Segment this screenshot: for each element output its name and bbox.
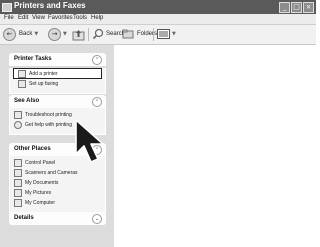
title-bar[interactable]: Printers and Faxes _ □ × [0, 0, 316, 14]
set-up-faxing-label: Set up faxing [29, 81, 59, 87]
menu-view[interactable]: View [32, 15, 45, 21]
printer-tasks-header[interactable]: Printer Tasks ⌃ [9, 53, 106, 66]
details-header[interactable]: Details ⌄ [9, 212, 106, 225]
add-printer-icon [18, 69, 26, 78]
my-computer-link[interactable]: My Computer [10, 198, 105, 208]
my-pictures-link[interactable]: My Pictures [10, 188, 105, 198]
close-button[interactable]: × [303, 2, 314, 13]
set-up-faxing-link[interactable]: Set up faxing [10, 79, 105, 89]
my-computer-label: My Computer [25, 200, 56, 206]
views-button[interactable]: ▼ [157, 27, 176, 41]
task-pane: Printer Tasks ⌃ Add a printer Set up fax… [0, 45, 114, 247]
chevron-up-icon[interactable]: ⌃ [92, 55, 102, 65]
printer-tasks-panel: Printer Tasks ⌃ Add a printer Set up fax… [9, 53, 106, 94]
minimize-button[interactable]: _ [279, 2, 290, 13]
toolbar-separator [88, 28, 89, 41]
troubleshoot-printing-label: Troubleshoot printing [25, 112, 72, 118]
views-icon [157, 29, 170, 39]
folders-label: Folders [137, 31, 158, 37]
folders-button[interactable]: Folders [122, 27, 157, 41]
scanners-cameras-label: Scanners and Cameras [25, 170, 78, 176]
scanner-icon [14, 169, 22, 177]
back-button[interactable]: ← Back ▼ [3, 27, 38, 41]
maximize-button[interactable]: □ [291, 2, 302, 13]
my-pictures-label: My Pictures [25, 190, 52, 196]
documents-folder-icon [14, 179, 22, 187]
forward-button[interactable]: → ▼ [48, 27, 67, 41]
printer-tasks-body: Add a printer Set up faxing [9, 68, 106, 94]
chevron-down-icon: ▼ [34, 31, 39, 37]
toolbar: ← Back ▼ → ▼ Search Folders ▼ [0, 25, 316, 45]
mouse-pointer-icon [75, 119, 104, 163]
chevron-down-icon[interactable]: ⌄ [92, 214, 102, 224]
back-arrow-icon: ← [3, 27, 16, 41]
menu-tools[interactable]: Tools [73, 15, 87, 21]
see-also-title: See Also [14, 98, 40, 104]
fax-icon [18, 80, 26, 88]
chevron-up-icon[interactable]: ⌃ [92, 97, 102, 107]
printer-folder-icon [2, 3, 12, 12]
printer-tasks-title: Printer Tasks [14, 56, 52, 62]
details-title: Details [14, 215, 34, 221]
other-places-title: Other Places [14, 146, 51, 152]
window-controls: _ □ × [279, 2, 314, 13]
search-button[interactable]: Search [92, 27, 125, 41]
toolbar-separator [153, 28, 154, 41]
computer-icon [14, 199, 22, 207]
details-panel: Details ⌄ [9, 212, 106, 225]
chevron-down-icon: ▼ [172, 31, 176, 37]
printers-content-area[interactable] [114, 45, 316, 247]
explorer-window: Printers and Faxes _ □ × File Edit View … [0, 0, 316, 247]
control-panel-icon [14, 159, 22, 167]
add-printer-link[interactable]: Add a printer [13, 68, 102, 79]
add-printer-label: Add a printer [29, 70, 58, 77]
menu-file[interactable]: File [4, 15, 14, 21]
see-also-header[interactable]: See Also ⌃ [9, 95, 106, 108]
my-documents-link[interactable]: My Documents [10, 178, 105, 188]
pictures-folder-icon [14, 189, 22, 197]
forward-arrow-icon: → [48, 27, 61, 41]
back-label: Back [19, 31, 33, 37]
get-help-printing-label: Get help with printing [25, 122, 72, 128]
menu-bar: File Edit View Favorites Tools Help [0, 14, 316, 25]
window-title: Printers and Faxes [14, 1, 86, 10]
folders-icon [122, 29, 134, 39]
menu-edit[interactable]: Edit [18, 15, 28, 21]
folder-up-icon [72, 29, 85, 40]
menu-favorites[interactable]: Favorites [48, 15, 73, 21]
my-documents-label: My Documents [25, 180, 59, 186]
menu-help[interactable]: Help [91, 15, 103, 21]
help-icon [14, 121, 22, 129]
magnifier-icon [92, 28, 104, 40]
up-button[interactable] [72, 27, 85, 41]
help-book-icon [14, 111, 22, 119]
control-panel-label: Control Panel [25, 160, 56, 166]
chevron-down-icon: ▼ [63, 31, 67, 37]
